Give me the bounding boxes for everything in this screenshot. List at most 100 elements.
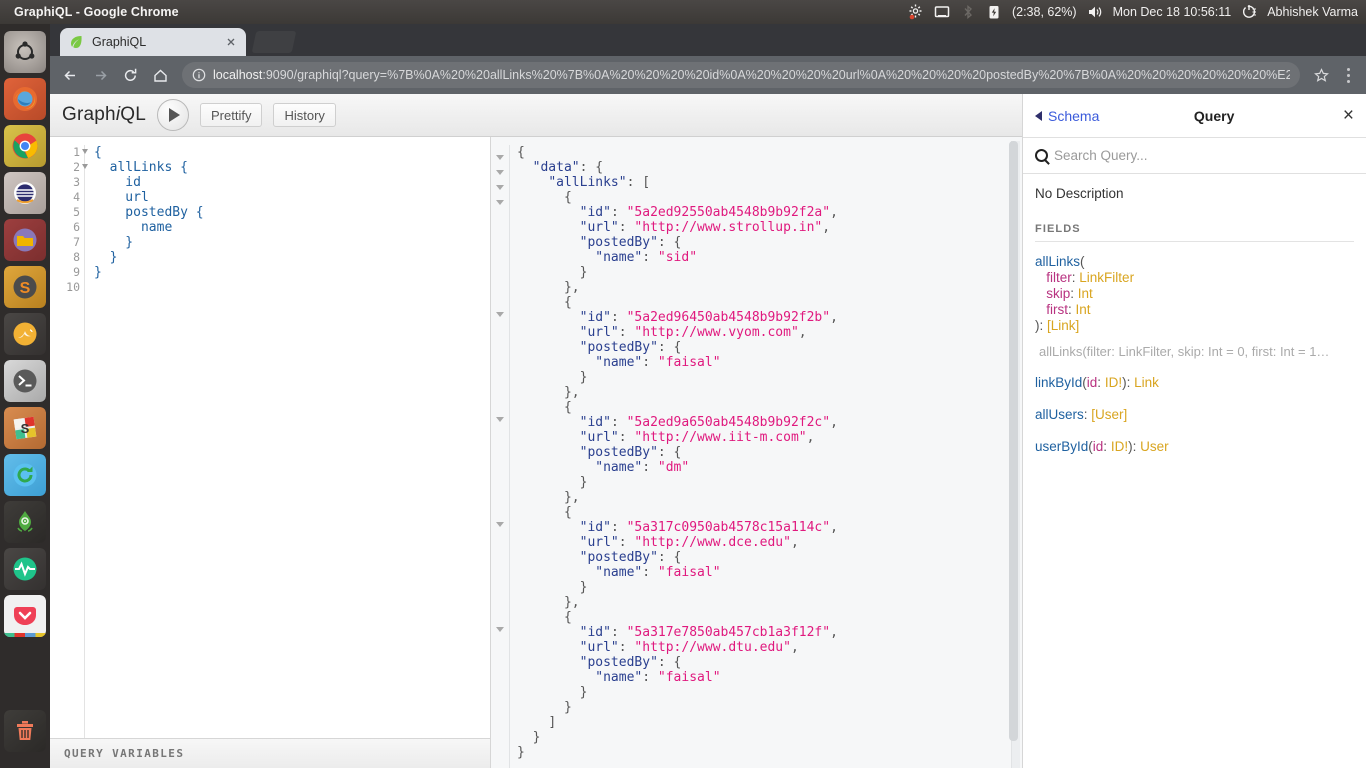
bookmark-star-icon[interactable] [1308,62,1334,88]
result-code-text[interactable]: { "data": { "allLinks": [ { "id": "5a2ed… [509,145,1022,768]
search-input[interactable]: Search Query... [1054,148,1148,163]
reload-icon[interactable] [116,61,144,89]
field-name[interactable]: linkById [1035,375,1082,390]
arg-name[interactable]: id [1087,375,1098,390]
fold-arrow-icon[interactable] [82,149,88,154]
field-allLinks[interactable]: allLinks( filter: LinkFilter skip: Int f… [1035,254,1354,334]
sidebar-item-system-monitor-icon[interactable] [4,548,46,590]
sidebar-item-trash-icon[interactable] [0,705,50,756]
bluetooth-icon[interactable] [960,4,976,20]
close-icon[interactable] [224,35,238,49]
arg-type[interactable]: Int [1078,286,1093,301]
chevron-left-icon [1035,110,1042,121]
arg-type[interactable]: LinkFilter [1079,270,1134,285]
page-info-icon[interactable] [192,68,206,82]
query-variables-bar[interactable]: QUERY VARIABLES [50,738,490,768]
sidebar-item-firefox-icon[interactable] [4,78,46,120]
sidebar-item-software-updater-icon[interactable] [4,454,46,496]
result-editor[interactable]: { "data": { "allLinks": [ { "id": "5a2ed… [491,137,1022,768]
arg-type[interactable]: ID! [1111,439,1128,454]
line-number: 10 [50,280,80,295]
line-number: 8 [50,250,80,265]
url-rest: :9090/graphiql?query=%7B%0A%20%20allLink… [262,68,1290,82]
sidebar-item-sublime-merge-icon[interactable]: S [4,407,46,449]
return-type[interactable]: Link [1134,375,1159,390]
field-linkById[interactable]: linkById(id: ID!): Link [1035,375,1354,390]
close-docs-icon[interactable]: × [1343,106,1354,125]
arg-type[interactable]: Int [1076,302,1091,317]
sidebar-item-sublime-text-icon[interactable]: S [4,266,46,308]
sidebar-item-files-icon[interactable] [4,219,46,261]
address-bar[interactable]: localhost:9090/graphiql?query=%7B%0A%20%… [182,62,1300,88]
editor-panes: 1 2 3 4 5 6 7 8 9 10 { allLinks {id url… [50,137,1022,768]
line-number: 5 [50,205,80,220]
sidebar-item-amazon-icon[interactable] [4,172,46,214]
settings-gear-icon[interactable] [908,4,924,20]
documentation-panel: Schema Query × Search Query... No Descri… [1022,94,1366,768]
fold-arrow-icon[interactable] [496,185,504,190]
chrome-menu-icon[interactable] [1336,60,1360,90]
url-text: localhost:9090/graphiql?query=%7B%0A%20%… [213,68,1290,82]
query-editor[interactable]: 1 2 3 4 5 6 7 8 9 10 { allLinks {id url… [50,137,490,738]
fold-arrow-icon[interactable] [496,312,504,317]
logo-post: QL [120,104,146,125]
display-icon[interactable] [934,4,950,20]
line-number: 9 [50,265,80,280]
new-tab-button[interactable] [251,31,297,53]
sidebar-item-mongodb-compass-icon[interactable] [4,501,46,543]
fold-arrow-icon[interactable] [496,200,504,205]
arg-name[interactable]: filter [1046,270,1072,285]
field-userById[interactable]: userById(id: ID!): User [1035,439,1354,454]
arg-name[interactable]: id [1093,439,1104,454]
play-icon [168,108,180,122]
arg-type[interactable]: ID! [1105,375,1122,390]
sidebar-item-pocket-icon[interactable] [4,595,46,637]
return-type[interactable]: User [1140,439,1169,454]
battery-icon[interactable] [986,4,1002,20]
sidebar-item-ubuntu-dash-icon[interactable] [4,31,46,73]
fold-arrow-icon[interactable] [496,417,504,422]
docs-description: No Description [1035,186,1124,201]
sidebar-item-terminal-icon[interactable] [4,360,46,402]
clock[interactable]: Mon Dec 18 10:56:11 [1113,5,1232,19]
history-button[interactable]: History [273,103,336,127]
return-type[interactable]: [Link] [1047,318,1079,333]
field-allUsers[interactable]: allUsers: [User] [1035,407,1354,422]
result-scrollbar-thumb[interactable] [1009,141,1018,741]
graphiql-logo: GraphiQL [62,104,146,126]
prettify-button[interactable]: Prettify [199,103,263,127]
docs-search-row[interactable]: Search Query... [1023,138,1366,174]
volume-icon[interactable] [1087,4,1103,20]
fold-arrow-icon[interactable] [496,155,504,160]
browser-tab[interactable]: GraphiQL [60,28,246,56]
arg-name[interactable]: first [1046,302,1068,317]
back-arrow-icon[interactable] [56,61,84,89]
fold-arrow-icon[interactable] [82,164,88,169]
sidebar-item-google-chrome-icon[interactable] [4,125,46,167]
home-icon[interactable] [146,61,174,89]
search-icon [1035,149,1048,162]
arg-name[interactable]: skip [1046,286,1070,301]
query-code-text[interactable]: { allLinks { id url postedBy { name } } … [84,145,490,738]
field-name[interactable]: allUsers [1035,407,1084,422]
result-gutter [491,145,509,768]
field-name[interactable]: allLinks [1035,254,1080,269]
omnibox-toolbar: localhost:9090/graphiql?query=%7B%0A%20%… [50,56,1366,94]
user-name[interactable]: Abhishek Varma [1267,5,1358,19]
fold-arrow-icon[interactable] [496,522,504,527]
desktop-screen: GraphiQL - Google Chrome (2:38, 62%) Mon… [0,0,1366,768]
sidebar-item-mysql-workbench-icon[interactable] [4,313,46,355]
tab-title: GraphiQL [92,35,147,49]
fold-arrow-icon[interactable] [496,627,504,632]
line-number-text: 3 [73,175,80,189]
power-icon[interactable] [1241,4,1257,20]
line-number-text: 7 [73,235,80,249]
forward-arrow-icon[interactable] [86,61,114,89]
field-name[interactable]: userById [1035,439,1088,454]
fold-arrow-icon[interactable] [496,170,504,175]
line-number-text: 8 [73,250,80,264]
return-type[interactable]: [User] [1091,407,1127,422]
system-tray: (2:38, 62%) Mon Dec 18 10:56:11 Abhishek… [908,4,1366,20]
result-scrollbar-track[interactable] [1009,141,1020,768]
execute-query-button[interactable] [156,99,189,131]
